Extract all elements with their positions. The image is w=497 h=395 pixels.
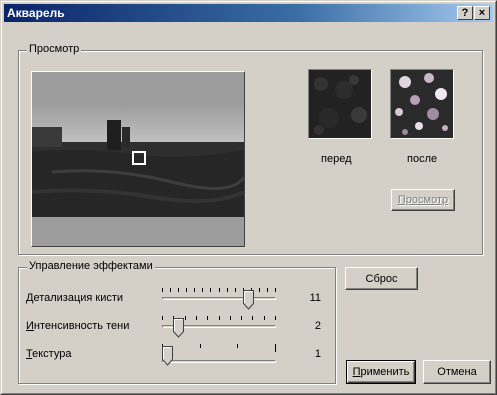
texture-value: 1 <box>314 348 321 360</box>
preview-image-frame[interactable] <box>31 71 245 247</box>
detail-slider-thumb[interactable] <box>243 290 254 310</box>
slider-tick <box>185 316 186 320</box>
slider-tick <box>241 316 242 320</box>
slider-tick <box>170 288 171 292</box>
slider-tick <box>219 288 220 292</box>
slider-tick <box>259 288 260 292</box>
reset-button[interactable]: Сброс <box>345 267 418 290</box>
preview-group-label: Просмотр <box>27 43 82 55</box>
slider-tick <box>230 316 231 320</box>
shadow-label-text: нтенсивность тени <box>33 320 130 332</box>
slider-tick <box>235 288 236 292</box>
shadow-value: 2 <box>314 320 321 332</box>
apply-button[interactable]: Применить <box>346 360 416 384</box>
texture-label-text: екстура <box>32 348 72 360</box>
slider-tick <box>264 316 265 320</box>
slider-tick <box>207 316 208 320</box>
texture-slider-thumb[interactable] <box>162 346 173 366</box>
texture-slider-track[interactable] <box>162 360 276 363</box>
thumb-before <box>308 69 372 139</box>
slider-tick <box>275 316 276 320</box>
before-label: перед <box>321 153 352 165</box>
slider-tick <box>210 288 211 292</box>
slider-tick <box>267 288 268 292</box>
slider-tick <box>202 288 203 292</box>
close-button[interactable]: × <box>474 6 490 20</box>
preview-button[interactable]: Просмотр <box>391 189 455 211</box>
before-image <box>309 70 371 138</box>
slider-tick <box>162 288 163 292</box>
texture-ticks <box>162 344 276 352</box>
texture-label: Текстура <box>26 348 71 360</box>
thumb-after <box>390 69 454 139</box>
detail-label-text: етализация кисти <box>33 292 124 304</box>
preview-image <box>32 72 244 246</box>
effects-group-label: Управление эффектами <box>27 260 155 272</box>
shadow-intensity-label: Интенсивность тени <box>26 320 129 332</box>
title-bar[interactable]: Акварель ? × <box>4 4 493 22</box>
detail-value: 11 <box>309 292 321 304</box>
slider-tick <box>219 316 220 320</box>
after-image <box>391 70 453 138</box>
window-title: Акварель <box>7 6 65 20</box>
slider-tick <box>162 316 163 320</box>
shadow-slider-thumb[interactable] <box>173 318 184 338</box>
slider-tick <box>194 288 195 292</box>
slider-tick <box>252 316 253 320</box>
detail-label: Детализация кисти <box>26 292 123 304</box>
slider-tick <box>275 344 276 352</box>
slider-tick <box>186 288 187 292</box>
slider-tick <box>275 288 276 292</box>
after-label: после <box>407 153 438 165</box>
slider-tick <box>178 288 179 292</box>
watercolor-dialog: Акварель ? × Просмотр перед после Просмо… <box>0 0 497 395</box>
slider-tick <box>200 344 201 348</box>
slider-tick <box>196 316 197 320</box>
slider-tick <box>227 288 228 292</box>
shadow-label-accel: И <box>26 320 34 332</box>
detail-slider-track[interactable] <box>162 297 276 300</box>
preview-button-label: Просмотр <box>397 194 449 206</box>
apply-button-text: рименить <box>360 366 410 378</box>
slider-tick <box>237 344 238 348</box>
detail-ticks <box>162 288 276 294</box>
help-button[interactable]: ? <box>457 6 473 20</box>
cancel-button[interactable]: Отмена <box>423 360 491 384</box>
